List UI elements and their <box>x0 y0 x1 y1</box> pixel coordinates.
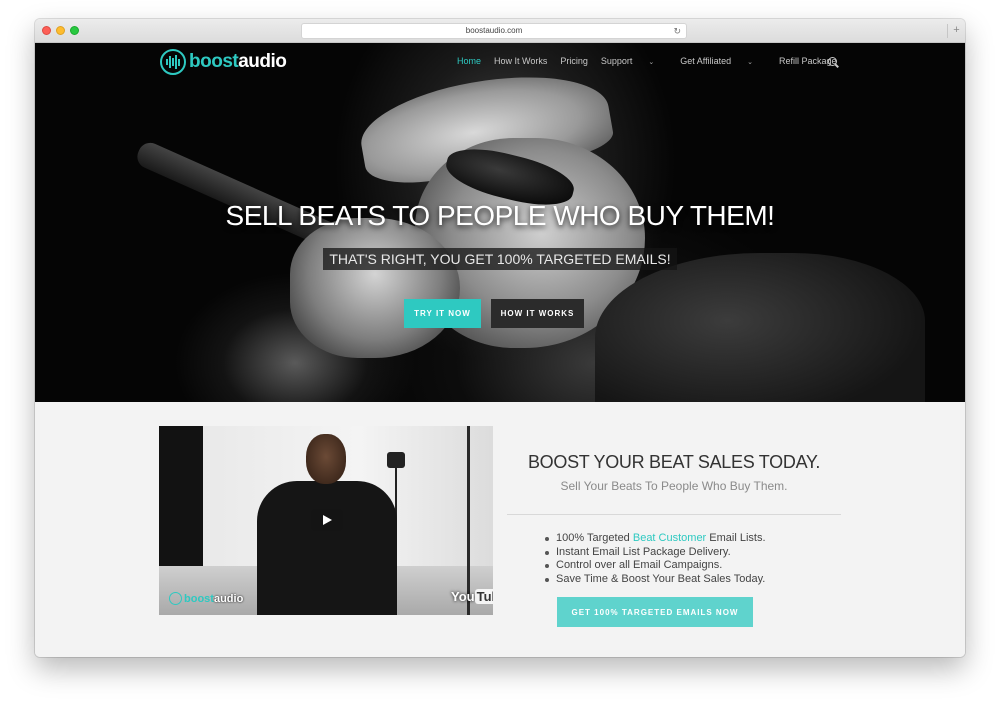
section-divider <box>507 514 841 515</box>
nav-item-support[interactable]: Support ⌄ <box>601 56 667 66</box>
beat-customer-link[interactable]: Beat Customer <box>633 532 706 544</box>
close-window-button[interactable] <box>42 26 51 35</box>
hero-subtitle: THAT'S RIGHT, YOU GET 100% TARGETED EMAI… <box>323 248 677 270</box>
address-bar[interactable]: boostaudio.com ↻ <box>301 23 687 39</box>
video-scene-tripod <box>395 458 413 568</box>
features-section: boostaudio YouTube BOOST YOUR BEAT SALES… <box>35 402 965 657</box>
hero-subtitle-wrap: THAT'S RIGHT, YOU GET 100% TARGETED EMAI… <box>35 248 965 270</box>
feature-list: 100% Targeted Beat Customer Email Lists.… <box>543 532 766 586</box>
section-subtitle: Sell Your Beats To People Who Buy Them. <box>560 479 788 493</box>
logo-soundwave-icon <box>169 592 182 605</box>
section-title: BOOST YOUR BEAT SALES TODAY. <box>527 452 821 472</box>
video-overlay-logo: boost audio <box>169 592 243 605</box>
site-logo[interactable]: boostaudio <box>160 48 287 76</box>
get-targeted-emails-button[interactable]: GET 100% TARGETED EMAILS NOW <box>557 597 753 627</box>
browser-titlebar: boostaudio.com ↻ + <box>35 19 965 43</box>
list-item: Instant Email List Package Delivery. <box>543 546 766 560</box>
hero-photo-jacket <box>595 253 925 402</box>
main-nav: Home How It Works Pricing Support ⌄ Get A… <box>457 56 850 66</box>
list-item: Save Time & Boost Your Beat Sales Today. <box>543 573 766 587</box>
chevron-down-icon: ⌄ <box>747 59 754 66</box>
try-it-now-button[interactable]: TRY IT NOW <box>404 299 481 328</box>
address-bar-url: boostaudio.com <box>465 26 523 35</box>
hero-buttons: TRY IT NOW HOW IT WORKS <box>404 299 584 328</box>
nav-item-get-affiliated-label: Get Affiliated <box>680 56 732 66</box>
video-presenter-head <box>306 434 346 484</box>
browser-window: boostaudio.com ↻ + boostaudio Home How I… <box>35 19 965 657</box>
list-item: Control over all Email Campaigns. <box>543 559 766 573</box>
minimize-window-button[interactable] <box>56 26 65 35</box>
play-icon[interactable] <box>311 509 343 531</box>
reload-icon[interactable]: ↻ <box>673 24 681 38</box>
nav-item-get-affiliated[interactable]: Get Affiliated ⌄ <box>680 56 766 66</box>
youtube-video-embed[interactable]: boostaudio YouTube <box>159 426 493 615</box>
video-scene-stand <box>467 426 470 615</box>
youtube-logo[interactable]: YouTube <box>451 589 493 604</box>
chevron-down-icon: ⌄ <box>648 59 655 66</box>
hero-photo-hand <box>290 218 460 358</box>
nav-item-how-it-works[interactable]: How It Works <box>494 56 547 66</box>
logo-text: boostaudio <box>189 51 287 72</box>
logo-soundwave-icon <box>160 49 186 75</box>
hero-section: boostaudio Home How It Works Pricing Sup… <box>35 43 965 402</box>
hero-title: SELL BEATS TO PEOPLE WHO BUY THEM! <box>225 200 775 231</box>
nav-item-home[interactable]: Home <box>457 56 481 66</box>
new-tab-button[interactable]: + <box>947 24 965 38</box>
how-it-works-button[interactable]: HOW IT WORKS <box>491 299 584 328</box>
nav-item-pricing[interactable]: Pricing <box>560 56 588 66</box>
section-heading-block: BOOST YOUR BEAT SALES TODAY. Sell Your B… <box>507 452 841 493</box>
video-presenter-body <box>257 481 397 615</box>
nav-item-support-label: Support <box>600 56 633 66</box>
list-item: 100% Targeted Beat Customer Email Lists. <box>543 532 766 546</box>
search-icon[interactable] <box>828 57 837 66</box>
maximize-window-button[interactable] <box>70 26 79 35</box>
site-navbar: boostaudio Home How It Works Pricing Sup… <box>35 43 965 81</box>
